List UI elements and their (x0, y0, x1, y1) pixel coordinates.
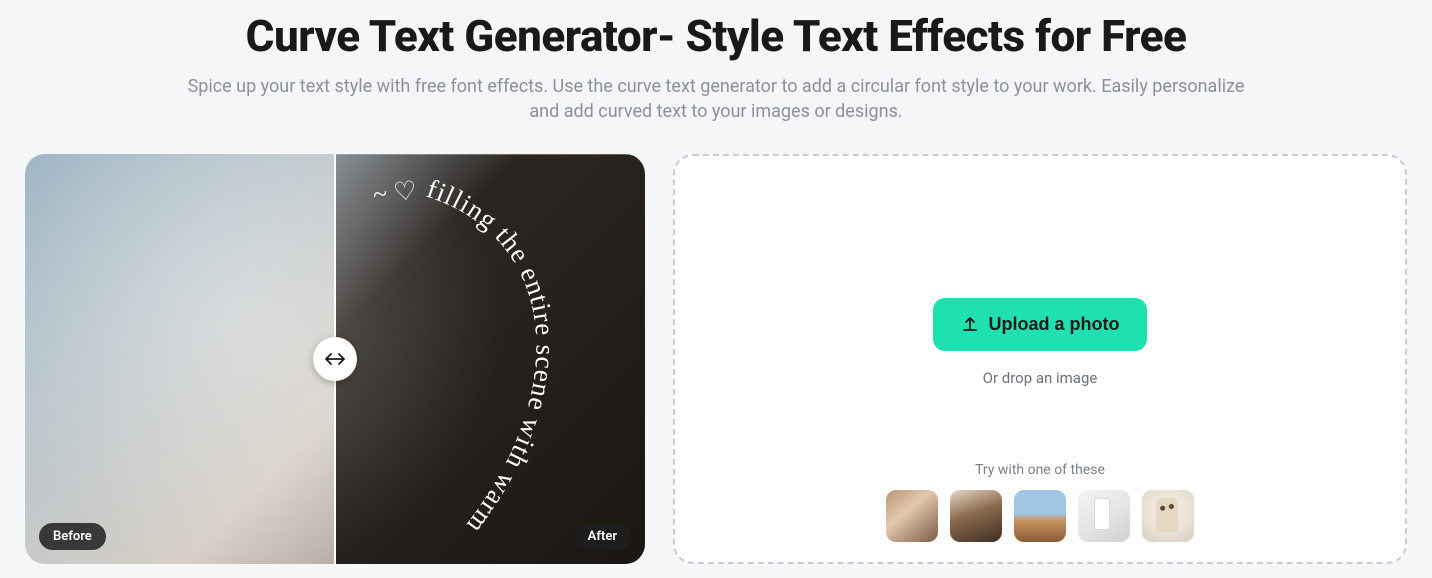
drop-hint-text: Or drop an image (983, 369, 1098, 387)
before-badge: Before (39, 523, 106, 550)
upload-photo-button-label: Upload a photo (989, 314, 1120, 335)
page-title: Curve Text Generator- Style Text Effects… (25, 10, 1407, 62)
doodle-icon: ~ ♡ (372, 176, 419, 210)
sample-thumb-product-bottle[interactable] (1078, 490, 1130, 542)
sample-thumb-man-curly-hair[interactable] (950, 490, 1002, 542)
sample-thumb-giraffe[interactable] (1142, 490, 1194, 542)
upload-photo-button[interactable]: Upload a photo (933, 298, 1148, 351)
sample-thumb-desert-road[interactable] (1014, 490, 1066, 542)
page-header: Curve Text Generator- Style Text Effects… (25, 10, 1407, 124)
svg-text:filling the entire scene with: filling the entire scene with warmth (348, 154, 561, 540)
sample-thumb-woman-sunglasses[interactable] (886, 490, 938, 542)
upload-icon (961, 315, 979, 333)
upload-dropzone[interactable]: Upload a photo Or drop an image Try with… (673, 154, 1407, 564)
before-after-preview: ~ ♡ filling the entire scene with warmth (25, 154, 645, 564)
curved-text-overlay: ~ ♡ filling the entire scene with warmth (355, 176, 615, 536)
compare-slider-handle[interactable] (313, 337, 357, 381)
after-badge: After (574, 523, 631, 550)
arrows-horizontal-icon (325, 352, 345, 366)
samples-label: Try with one of these (699, 462, 1381, 478)
sample-images-section: Try with one of these (699, 462, 1381, 542)
page-subtitle: Spice up your text style with free font … (176, 74, 1256, 124)
